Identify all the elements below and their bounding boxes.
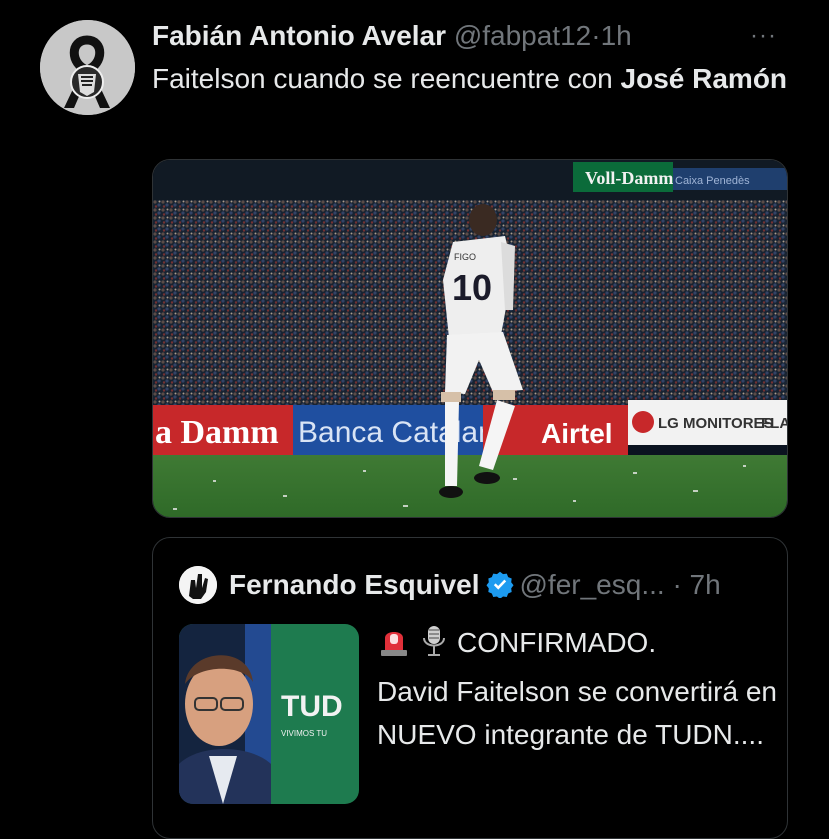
quote-media-thumbnail[interactable]: TUD VIVIMOS TU (179, 624, 359, 804)
quoted-tweet[interactable]: Fernando Esquivel @fer_esq... · 7h TUD VI… (152, 537, 788, 839)
thumb-tagline: VIVIMOS TU (281, 729, 327, 738)
banner-caixa: Caixa Penedès (675, 175, 750, 187)
author-avatar[interactable] (40, 20, 135, 115)
siren-emoji-icon (377, 624, 411, 670)
separator-dot: · (591, 20, 601, 51)
shirt-number: 10 (452, 267, 492, 308)
ad-lg: LG MONITORES (658, 415, 774, 432)
quote-timestamp[interactable]: 7h (690, 569, 721, 600)
verified-badge-icon (485, 570, 514, 608)
author-name[interactable]: Fabián Antonio Avelar (152, 20, 446, 51)
tweet-text: Faitelson cuando se reencuentre con José… (152, 60, 792, 98)
quote-header: Fernando Esquivel @fer_esq... · 7h (229, 566, 721, 608)
chivas-mourning-ribbon-icon (40, 20, 135, 115)
author-handle[interactable]: @fabpat12 (454, 20, 591, 51)
tweet-text-plain: Faitelson cuando se reencuentre con (152, 63, 621, 94)
ad-airtel: Airtel (541, 418, 613, 449)
quote-separator-dot: · (672, 569, 682, 600)
tweet-text-bold: José Ramón (620, 63, 788, 94)
thumb-brand: TUD (281, 690, 343, 723)
quote-author-name[interactable]: Fernando Esquivel (229, 569, 480, 600)
shirt-name: FIGO (454, 252, 476, 262)
tudn-presenter-thumbnail: TUD VIVIMOS TU (179, 624, 359, 804)
quote-author-handle[interactable]: @fer_esq... (520, 569, 665, 600)
quote-text-line1: CONFIRMADO. (457, 627, 657, 658)
hand-logo-icon (179, 566, 217, 604)
quote-text: CONFIRMADO. David Faitelson se convertir… (377, 621, 777, 756)
quote-author-avatar[interactable] (179, 566, 217, 604)
more-options-icon[interactable]: ··· (750, 22, 777, 50)
stadium-photo: Voll-Damm Caixa Penedès a Damm Banca Cat… (153, 160, 787, 517)
tweet-header: Fabián Antonio Avelar @fabpat12·1h (152, 17, 769, 55)
tweet-media-photo[interactable]: Voll-Damm Caixa Penedès a Damm Banca Cat… (152, 159, 788, 518)
ad-damm: a Damm (155, 414, 279, 451)
ad-flat: FLA (761, 415, 787, 432)
banner-voll-damm: Voll-Damm (585, 168, 673, 188)
microphone-emoji-icon (419, 624, 449, 670)
quote-text-body: David Faitelson se convertirá en NUEVO i… (377, 676, 777, 750)
ad-banca: Banca Catalana (298, 416, 512, 449)
tweet-timestamp[interactable]: 1h (601, 20, 632, 51)
